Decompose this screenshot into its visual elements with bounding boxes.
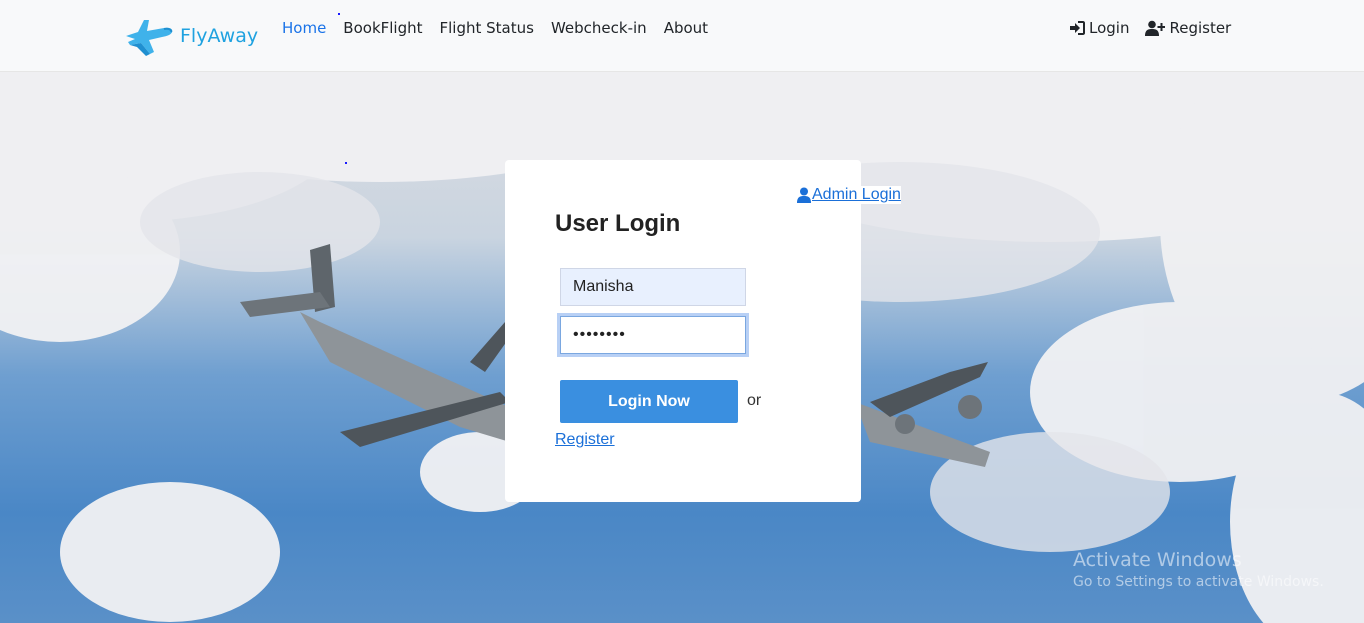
main-nav: Home BookFlight Flight Status Webcheck-i… — [282, 18, 725, 38]
admin-login-link[interactable]: Admin Login — [797, 186, 901, 204]
register-link[interactable]: Register — [555, 431, 615, 449]
stray-dot-2 — [345, 162, 347, 164]
login-title: User Login — [555, 210, 681, 237]
nav-about[interactable]: About — [664, 18, 708, 38]
or-text: or — [747, 392, 762, 409]
airplane-logo-icon — [126, 20, 173, 56]
nav-login-label: Login — [1089, 19, 1130, 37]
activate-windows-subtitle: Go to Settings to activate Windows. — [1073, 574, 1324, 590]
sign-in-icon — [1070, 21, 1085, 35]
password-input[interactable] — [560, 316, 746, 354]
nav-flight-status[interactable]: Flight Status — [440, 18, 534, 38]
admin-login-label: Admin Login — [812, 186, 901, 203]
nav-home[interactable]: Home — [282, 18, 326, 38]
brand-link[interactable]: FlyAway — [124, 12, 258, 60]
brand-name: FlyAway — [180, 25, 259, 47]
auth-nav: Login Register — [1069, 18, 1247, 38]
stray-dot — [338, 13, 340, 15]
user-plus-icon — [1145, 20, 1166, 36]
nav-register-link[interactable]: Register — [1145, 18, 1231, 38]
activate-windows-title: Activate Windows — [1073, 549, 1242, 571]
user-icon — [797, 187, 811, 203]
nav-login-link[interactable]: Login — [1069, 18, 1129, 38]
nav-webcheck-in[interactable]: Webcheck-in — [551, 18, 647, 38]
login-now-button[interactable]: Login Now — [560, 380, 738, 423]
nav-register-label: Register — [1169, 19, 1232, 37]
top-navbar: FlyAway Home BookFlight Flight Status We… — [0, 0, 1364, 72]
username-input[interactable] — [560, 268, 746, 306]
nav-bookflight[interactable]: BookFlight — [343, 18, 422, 38]
